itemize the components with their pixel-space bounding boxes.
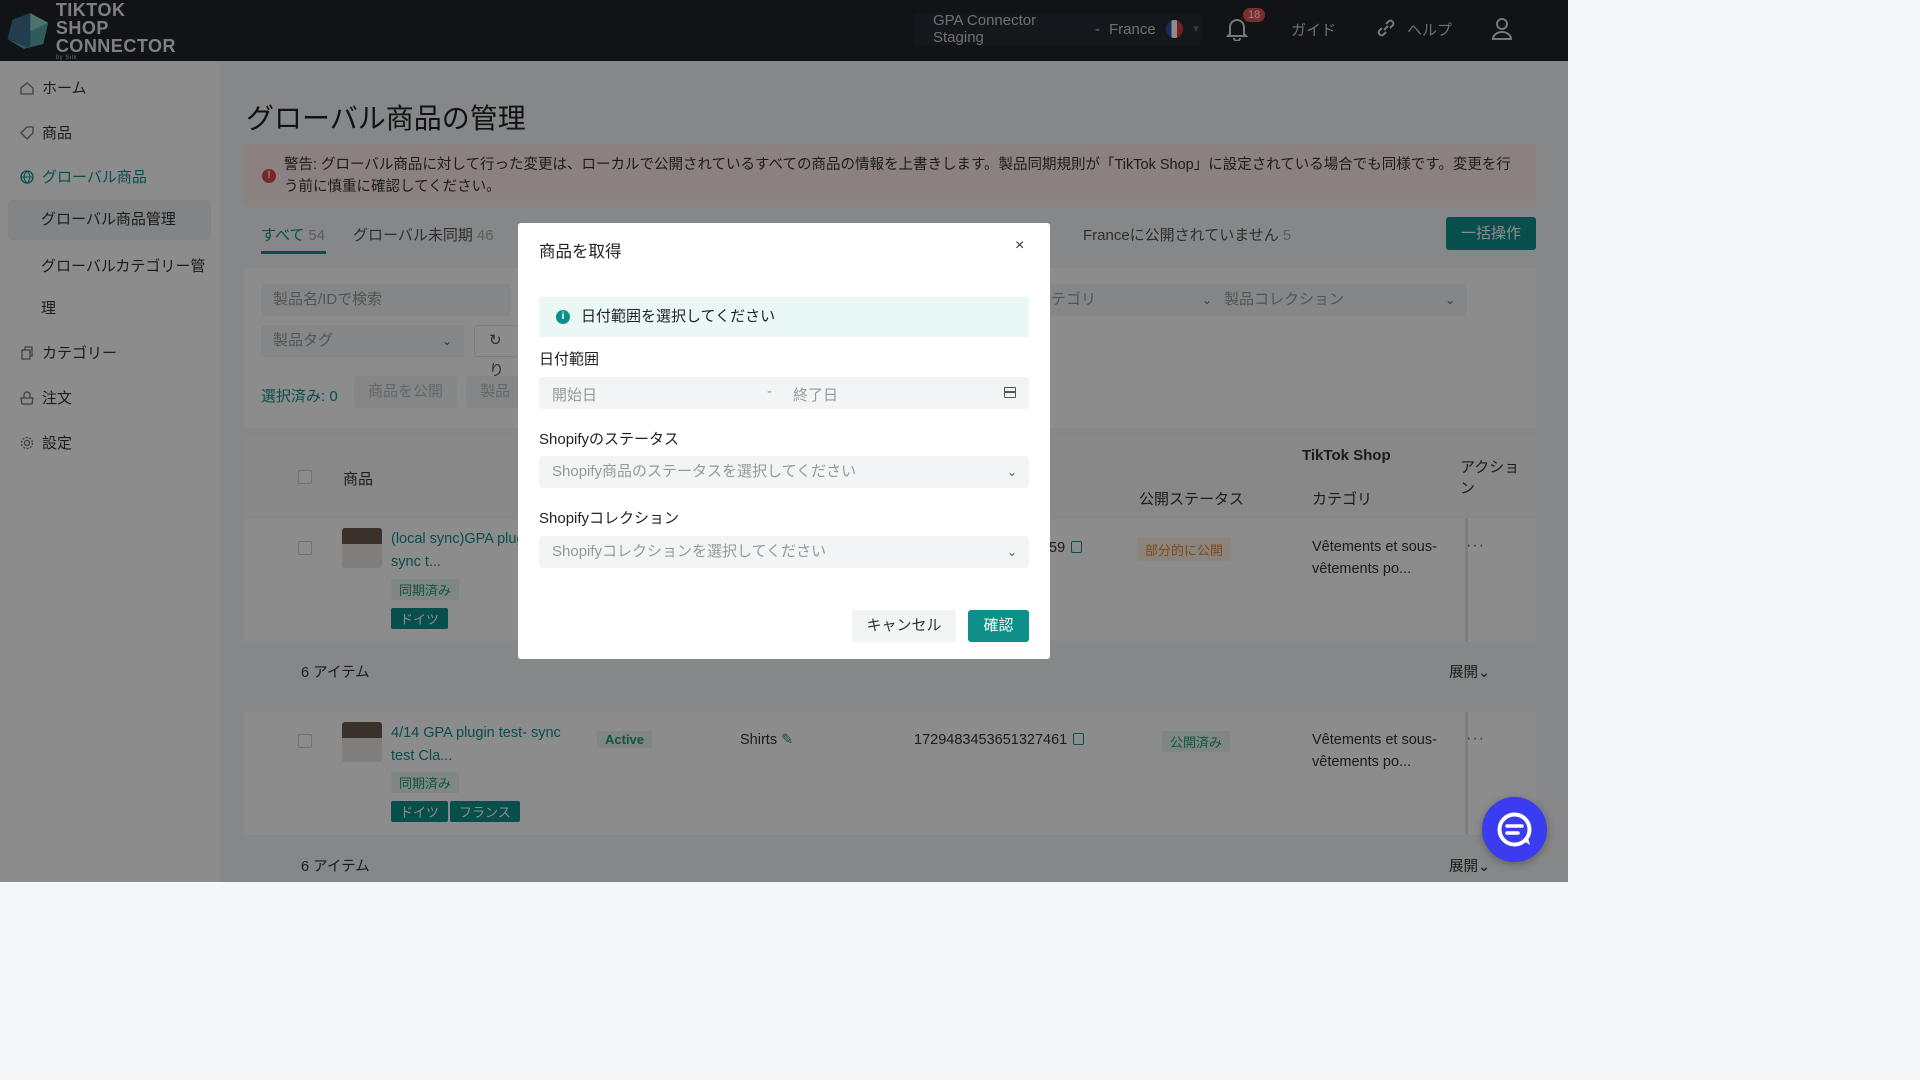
date-range-label: 日付範囲 <box>539 351 600 368</box>
status-placeholder: Shopify商品のステータスを選択してください <box>552 463 857 480</box>
date-range-picker[interactable]: 開始日 - 終了日 <box>539 377 1029 409</box>
chat-button[interactable] <box>1482 797 1547 862</box>
info-text: 日付範囲を選択してください <box>581 308 776 325</box>
chevron-down-icon: ⌄ <box>1006 465 1017 479</box>
end-date-input[interactable]: 終了日 <box>793 384 838 405</box>
chat-icon <box>1497 812 1532 847</box>
shopify-status-label: Shopifyのステータス <box>539 431 680 448</box>
calendar-icon <box>1004 387 1016 398</box>
cancel-button[interactable]: キャンセル <box>852 610 956 642</box>
info-message: i 日付範囲を選択してください <box>539 297 1029 337</box>
start-date-input[interactable]: 開始日 <box>552 384 597 405</box>
dialog-title: 商品を取得 <box>539 243 622 261</box>
shopify-collection-label: Shopifyコレクション <box>539 510 680 527</box>
close-icon[interactable]: × <box>1015 237 1024 255</box>
shopify-collection-select[interactable]: Shopifyコレクションを選択してください ⌄ <box>539 536 1029 568</box>
confirm-button[interactable]: 確認 <box>968 610 1029 642</box>
fetch-products-dialog: 商品を取得 × i 日付範囲を選択してください 日付範囲 開始日 - 終了日 S… <box>518 223 1050 659</box>
shopify-status-select[interactable]: Shopify商品のステータスを選択してください ⌄ <box>539 456 1029 488</box>
chevron-down-icon: ⌄ <box>1006 545 1017 559</box>
info-icon: i <box>556 310 570 324</box>
date-separator: - <box>767 383 772 400</box>
collection-placeholder: Shopifyコレクションを選択してください <box>552 543 827 560</box>
